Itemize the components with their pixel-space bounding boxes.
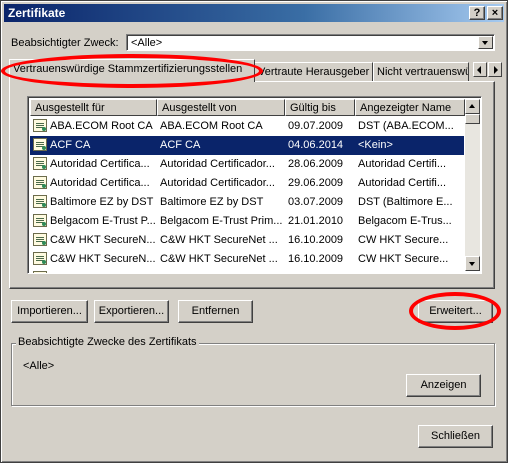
table-cell: Belgacom E-Trust P... [50, 215, 156, 227]
table-cell: 03.07.2009 [288, 196, 344, 208]
arrow-left-icon [477, 66, 481, 74]
tab-label: Vertrauenswürdige Stammzertifizierungsst… [13, 63, 243, 75]
tab-trusted-root-cas[interactable]: Vertrauenswürdige Stammzertifizierungsst… [9, 59, 255, 82]
tab-scroll-left-button[interactable] [473, 62, 487, 77]
table-cell: Autoridad Certifica... [50, 158, 150, 170]
scroll-thumb[interactable] [465, 114, 480, 124]
table-row[interactable]: Belgacom E-Trust P... Belgacom E-Trust Pr… [30, 212, 464, 231]
vertical-scrollbar[interactable] [465, 99, 480, 271]
tab-label: Vertraute Herausgeber [258, 66, 370, 78]
table-row[interactable]: C&W HKT SecureN... C&W HKT SecureNet ... 1… [30, 269, 464, 273]
arrow-down-icon [469, 262, 475, 266]
table-cell: DST (Baltimore E... [358, 196, 453, 208]
certificate-icon [33, 176, 47, 189]
close-window-button[interactable]: × [487, 6, 503, 20]
table-cell: DST (ABA.ECOM... [358, 120, 454, 132]
tab-label: Nicht vertrauenswürdige Herausgeber [377, 66, 469, 78]
tab-untrusted-publishers[interactable]: Nicht vertrauenswürdige Herausgeber [373, 62, 469, 81]
table-cell: C&W HKT SecureN... [50, 253, 156, 265]
list-body: ABA.ECOM Root CA ABA.ECOM Root CA 09.07.20… [30, 117, 464, 273]
table-cell: C&W HKT SecureNet ... [160, 253, 278, 265]
help-button[interactable]: ? [469, 6, 485, 20]
certificate-list[interactable]: Ausgestellt für Ausgestellt von Gültig b… [27, 96, 482, 274]
table-row[interactable]: Autoridad Certifica... Autoridad Certific… [30, 155, 464, 174]
table-row[interactable]: Baltimore EZ by DST Baltimore EZ by DST 03… [30, 193, 464, 212]
purpose-dropdown[interactable]: <Alle> [126, 34, 495, 51]
scroll-up-button[interactable] [465, 99, 480, 114]
certificate-icon [33, 157, 47, 170]
window-title: Zertifikate [8, 6, 66, 20]
view-button[interactable]: Anzeigen [406, 374, 481, 397]
certificate-icon [33, 119, 47, 132]
table-cell: 16.10.2009 [288, 234, 344, 246]
tab-scroll-right-button[interactable] [488, 62, 502, 77]
table-cell: CW HKT Secure... [358, 253, 449, 265]
table-cell: Autoridad Certifica... [50, 177, 150, 189]
table-cell: ACF CA [50, 139, 91, 151]
table-cell: <Kein> [358, 139, 393, 151]
scroll-down-button[interactable] [465, 256, 480, 271]
certificate-icon [33, 214, 47, 227]
table-cell: ACF CA [160, 139, 201, 151]
title-bar[interactable]: Zertifikate ? × [4, 4, 504, 22]
table-cell: 16.10.2009 [288, 253, 344, 265]
import-button[interactable]: Importieren... [11, 300, 88, 323]
table-cell: ABA.ECOM Root CA [160, 120, 263, 132]
arrow-right-icon [494, 66, 498, 74]
table-cell: C&W HKT SecureNet ... [160, 272, 282, 273]
table-cell: Baltimore EZ by DST [50, 196, 154, 208]
table-cell: Belgacom E-Trust Prim... [160, 215, 282, 227]
table-row[interactable]: ABA.ECOM Root CA ABA.ECOM Root CA 09.07.20… [30, 117, 464, 136]
certificate-icon [33, 138, 47, 151]
purpose-value: <Alle> [131, 37, 163, 49]
certificate-icon [33, 195, 47, 208]
certificate-icon [33, 252, 47, 265]
column-header-issued-by[interactable]: Ausgestellt von [157, 99, 285, 116]
remove-button[interactable]: Entfernen [178, 300, 253, 323]
advanced-button[interactable]: Erweitert... [418, 300, 493, 323]
table-cell: Belgacom E-Trus... [358, 215, 452, 227]
table-cell: 09.07.2009 [288, 120, 344, 132]
table-cell: C&W HKT SecureNet ... [160, 234, 278, 246]
certificate-icon [33, 233, 47, 246]
certificate-icon [33, 271, 47, 273]
table-cell: 29.06.2009 [288, 177, 344, 189]
table-row[interactable]: Autoridad Certifica... Autoridad Certific… [30, 174, 464, 193]
table-cell: Autoridad Certifi... [358, 158, 447, 170]
purpose-label: Beabsichtigter Zweck: [11, 37, 119, 49]
intended-purposes-value: <Alle> [23, 360, 55, 372]
column-header-issued-to[interactable]: Ausgestellt für [30, 99, 157, 116]
table-cell: ABA.ECOM Root CA [50, 120, 153, 132]
table-cell: Baltimore EZ by DST [160, 196, 264, 208]
table-cell: Autoridad Certifi... [358, 177, 447, 189]
table-cell: C&W HKT SecureN... [50, 272, 156, 273]
column-header-display-name[interactable]: Angezeigter Name [355, 99, 465, 116]
table-cell: CW HKT Secure... [358, 272, 462, 273]
table-cell: 28.06.2009 [288, 158, 344, 170]
intended-purposes-title: Beabsichtigte Zwecke des Zertifikats [16, 336, 199, 348]
dropdown-button[interactable] [478, 36, 493, 49]
table-cell: 21.01.2010 [288, 215, 344, 227]
table-cell: 16.10.2010 [288, 272, 354, 273]
export-button[interactable]: Exportieren... [94, 300, 169, 323]
table-row[interactable]: C&W HKT SecureN... C&W HKT SecureNet ... 1… [30, 231, 464, 250]
arrow-up-icon [469, 104, 475, 108]
tab-trusted-publishers[interactable]: Vertraute Herausgeber [254, 62, 373, 81]
table-cell: Autoridad Certificador... [160, 177, 275, 189]
chevron-down-icon [482, 41, 488, 45]
table-cell: CW HKT Secure... [358, 234, 449, 246]
table-cell: 04.06.2014 [288, 139, 344, 151]
column-header-valid-until[interactable]: Gültig bis [285, 99, 355, 116]
table-cell: C&W HKT SecureN... [50, 234, 156, 246]
table-row[interactable]: C&W HKT SecureN... C&W HKT SecureNet ... 1… [30, 250, 464, 269]
table-row[interactable]: ACF CA ACF CA 04.06.2014 <Kein> [30, 136, 464, 155]
close-button[interactable]: Schließen [418, 425, 493, 448]
table-cell: Autoridad Certificador... [160, 158, 275, 170]
